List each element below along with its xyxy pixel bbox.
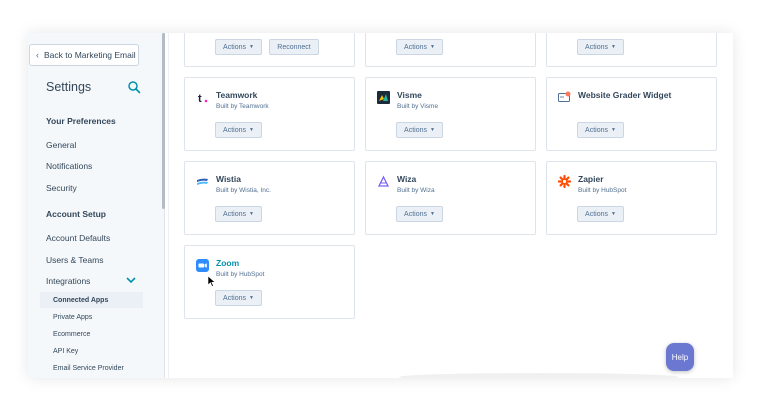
website-grader-logo-icon (558, 91, 571, 102)
actions-label: Actions (585, 43, 608, 51)
actions-label: Actions (223, 294, 246, 302)
app-author: Built by Wiza (397, 187, 435, 194)
app-author: Built by Teamwork (216, 103, 269, 110)
settings-sidebar: ‹ Back to Marketing Email Settings Your … (28, 33, 165, 378)
sidebar-item-email-service-provider[interactable]: Email Service Provider (53, 365, 124, 372)
app-author: Built by HubSpot (578, 187, 627, 194)
app-author: Built by HubSpot (216, 271, 265, 278)
caret-down-icon: ▼ (430, 44, 435, 50)
back-button-label: Back to Marketing Email (44, 50, 136, 60)
app-card-wistia: Wistia Built by Wistia, Inc. Actions ▼ (184, 161, 355, 235)
actions-label: Actions (585, 126, 608, 134)
svg-text:t: t (198, 93, 202, 104)
sidebar-item-account-defaults[interactable]: Account Defaults (46, 233, 110, 243)
back-to-marketing-email-button[interactable]: ‹ Back to Marketing Email (29, 44, 139, 66)
sidebar-item-notifications[interactable]: Notifications (46, 161, 92, 171)
wistia-logo-icon (197, 178, 208, 185)
sidebar-item-ecommerce[interactable]: Ecommerce (53, 331, 90, 338)
search-icon[interactable] (127, 80, 141, 94)
actions-button[interactable]: Actions ▼ (215, 290, 262, 306)
actions-button[interactable]: Actions ▼ (577, 122, 624, 138)
account-setup-heading: Account Setup (46, 209, 106, 219)
wiza-logo-icon (377, 175, 390, 187)
zoom-logo-icon (196, 259, 209, 272)
caret-down-icon: ▼ (611, 127, 616, 133)
reconnect-button[interactable]: Reconnect (269, 39, 319, 55)
caret-down-icon: ▼ (249, 127, 254, 133)
connected-apps-label: Connected Apps (53, 296, 109, 304)
teamwork-logo-icon: t (198, 93, 208, 104)
app-window: ‹ Back to Marketing Email Settings Your … (28, 33, 733, 378)
sidebar-item-api-key[interactable]: API Key (53, 348, 78, 355)
app-card-wiza: Wiza Built by Wiza Actions ▼ (365, 161, 536, 235)
chevron-down-icon[interactable] (126, 276, 136, 284)
help-label: Help (671, 352, 689, 362)
app-name: Zapier (578, 174, 604, 184)
connected-apps-grid: Actions ▼ Reconnect Actions ▼ Actions ▼ t T… (168, 33, 733, 378)
bottom-fade (399, 373, 679, 378)
sidebar-item-integrations[interactable]: Integrations (46, 276, 90, 286)
app-card: Actions ▼ (546, 33, 717, 67)
mouse-pointer-icon (208, 276, 216, 287)
app-author: Built by Wistia, Inc. (216, 187, 271, 194)
app-name: Wiza (397, 174, 417, 184)
actions-button[interactable]: Actions ▼ (215, 206, 262, 222)
actions-button[interactable]: Actions ▼ (577, 39, 624, 55)
actions-button[interactable]: Actions ▼ (215, 122, 262, 138)
actions-label: Actions (404, 126, 427, 134)
app-card: Actions ▼ (365, 33, 536, 67)
sidebar-item-general[interactable]: General (46, 140, 76, 150)
app-name-link[interactable]: Zoom (216, 258, 239, 268)
zapier-logo-icon (558, 175, 571, 188)
reconnect-label: Reconnect (277, 43, 311, 51)
actions-label: Actions (404, 210, 427, 218)
app-name: Visme (397, 90, 422, 100)
page-title: Settings (46, 80, 92, 94)
sidebar-item-users-teams[interactable]: Users & Teams (46, 255, 103, 265)
actions-label: Actions (223, 126, 246, 134)
chevron-left-icon: ‹ (36, 50, 39, 60)
app-name: Website Grader Widget (578, 90, 672, 100)
caret-down-icon: ▼ (249, 211, 254, 217)
sidebar-item-connected-apps[interactable]: Connected Apps (40, 292, 143, 308)
actions-button[interactable]: Actions ▼ (577, 206, 624, 222)
actions-button[interactable]: Actions ▼ (396, 122, 443, 138)
actions-button[interactable]: Actions ▼ (215, 39, 262, 55)
app-author: Built by Visme (397, 103, 439, 110)
actions-label: Actions (404, 43, 427, 51)
app-card-zapier: Zapier Built by HubSpot Actions ▼ (546, 161, 717, 235)
app-card-visme: Visme Built by Visme Actions ▼ (365, 77, 536, 151)
actions-label: Actions (585, 210, 608, 218)
actions-label: Actions (223, 43, 246, 51)
caret-down-icon: ▼ (611, 44, 616, 50)
caret-down-icon: ▼ (249, 295, 254, 301)
actions-button[interactable]: Actions ▼ (396, 39, 443, 55)
sidebar-scrollbar[interactable] (162, 33, 165, 209)
your-preferences-heading: Your Preferences (46, 116, 116, 126)
caret-down-icon: ▼ (611, 211, 616, 217)
app-card: Actions ▼ Reconnect (184, 33, 355, 67)
caret-down-icon: ▼ (430, 127, 435, 133)
visme-logo-icon (377, 91, 390, 104)
app-card-teamwork: t Teamwork Built by Teamwork Actions ▼ (184, 77, 355, 151)
sidebar-item-security[interactable]: Security (46, 183, 77, 193)
actions-label: Actions (223, 210, 246, 218)
caret-down-icon: ▼ (430, 211, 435, 217)
app-name: Teamwork (216, 90, 258, 100)
app-card-website-grader: Website Grader Widget Actions ▼ (546, 77, 717, 151)
caret-down-icon: ▼ (249, 44, 254, 50)
actions-button[interactable]: Actions ▼ (396, 206, 443, 222)
app-name: Wistia (216, 174, 241, 184)
help-button[interactable]: Help (666, 343, 694, 371)
sidebar-item-private-apps[interactable]: Private Apps (53, 314, 92, 321)
